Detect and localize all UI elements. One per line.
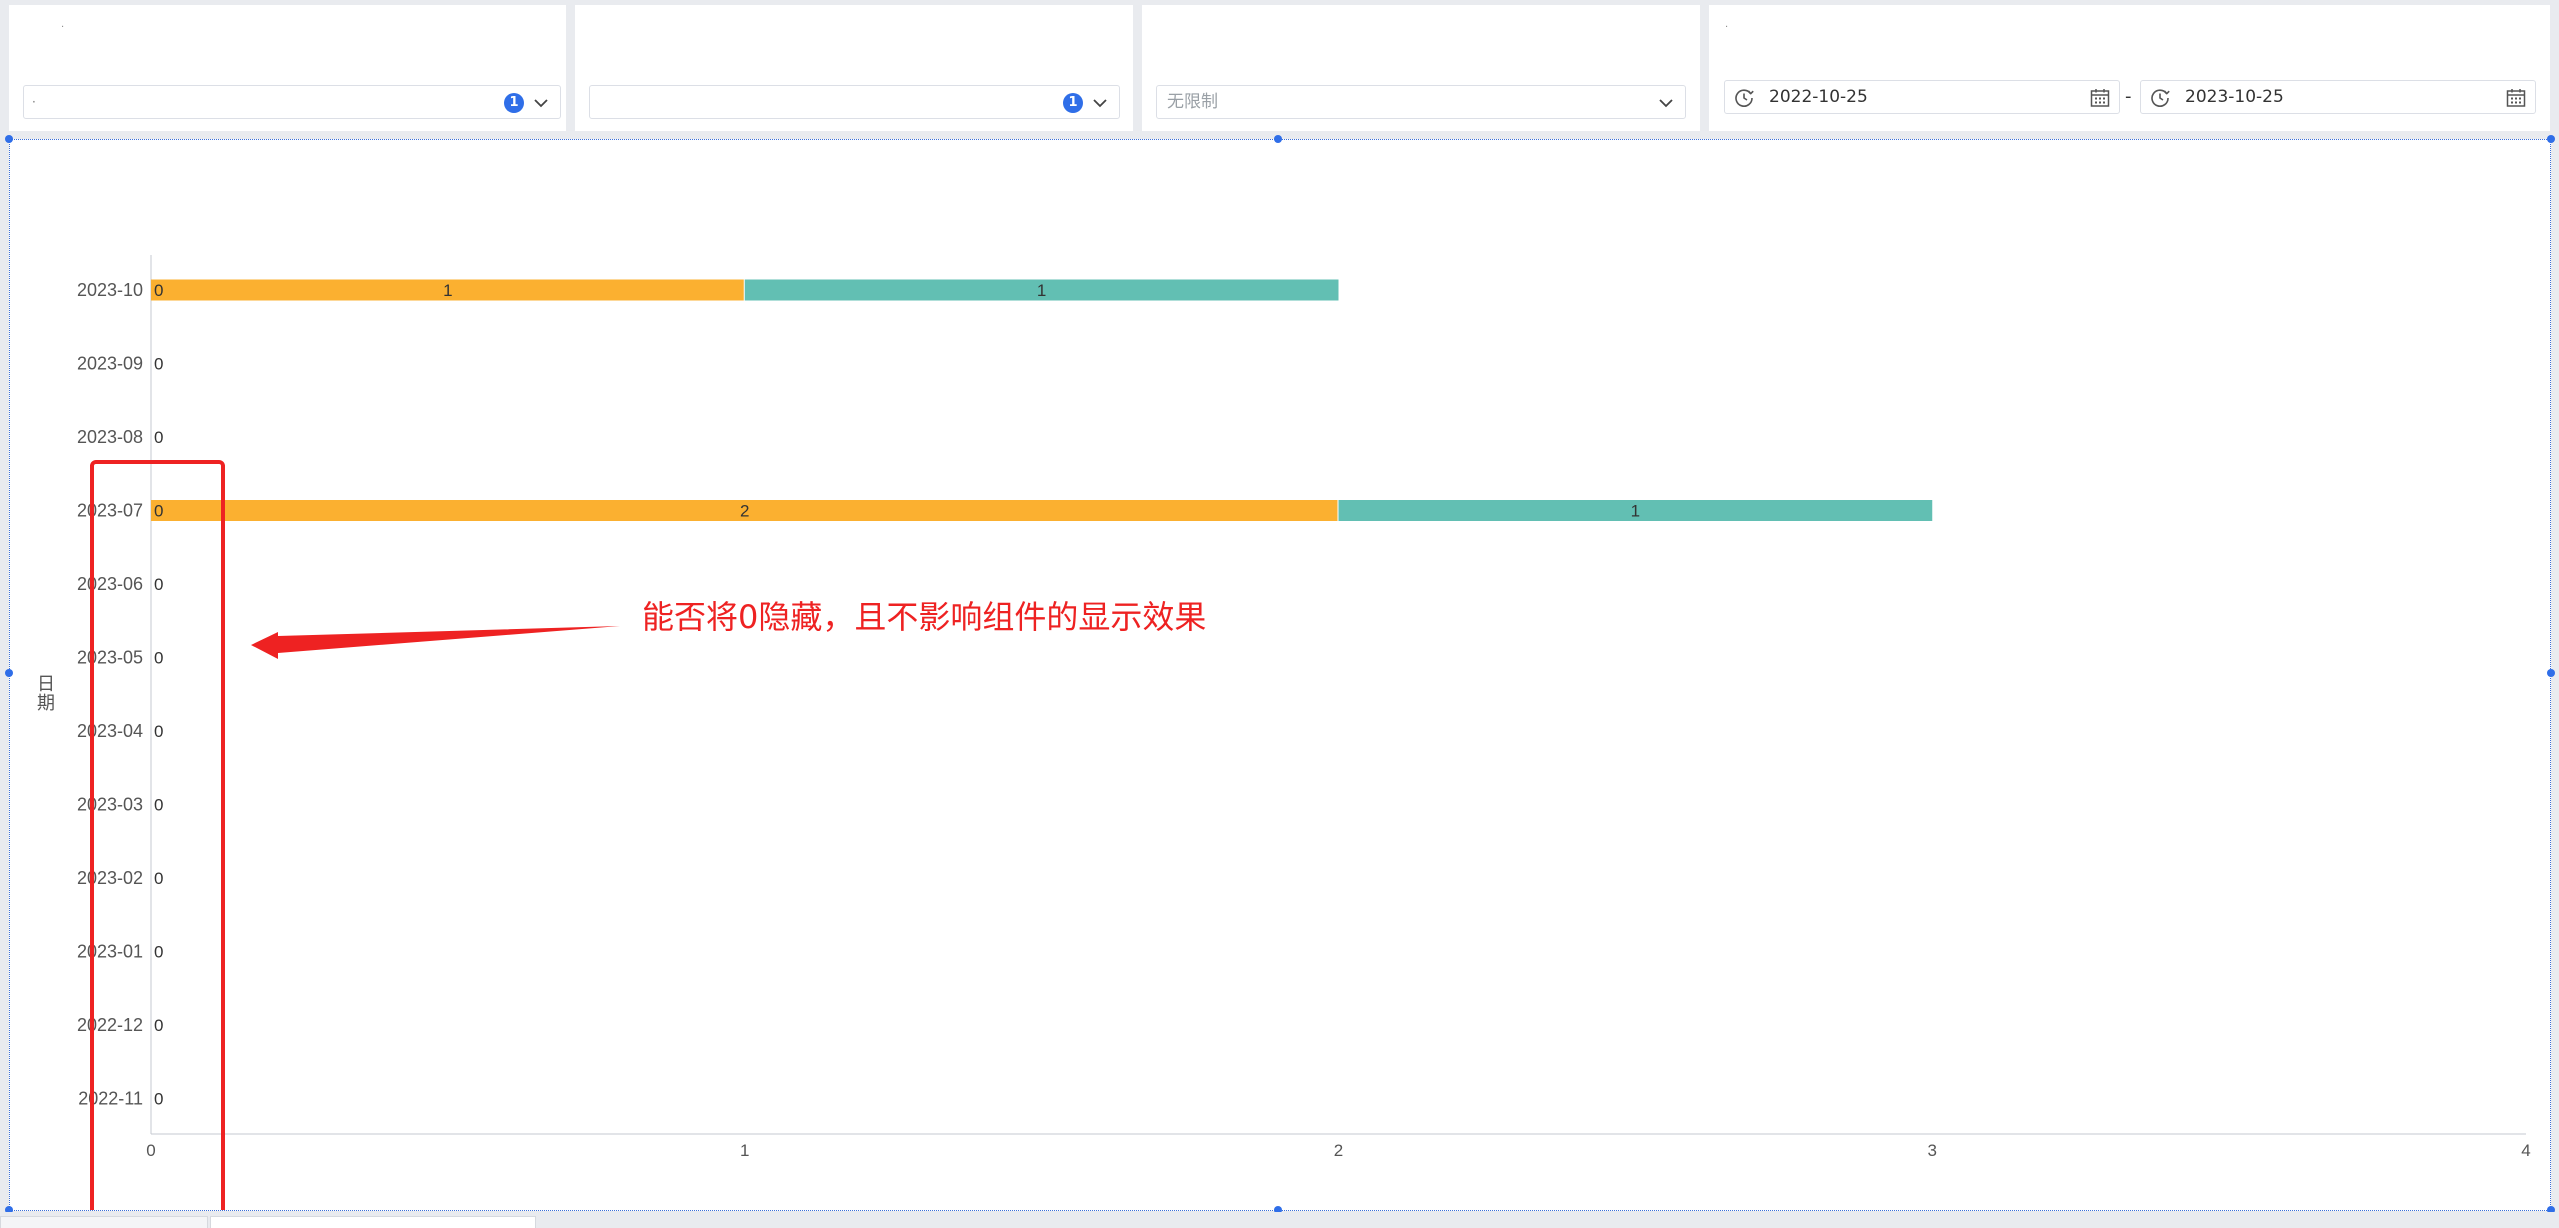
- resize-handle-top-center[interactable]: [1274, 135, 1282, 143]
- bar-value-label: 0: [154, 428, 163, 447]
- bar-value-label: 2: [740, 502, 749, 521]
- stacked-bar-chart: 0 1 2 3 4 2023-10 2023-09 2023-08 2023-07 2023-06…: [37, 255, 2531, 1210]
- y-tick-label: 2023-08: [77, 427, 143, 447]
- filter-title-4: ·: [1725, 22, 1729, 33]
- bar-value-label: 0: [154, 722, 163, 741]
- chart-component[interactable]: 0 1 2 3 4 2023-10 2023-09 2023-08 2023-07 2023-06…: [9, 139, 2551, 1211]
- annotation-text: 能否将0隐藏，且不影响组件的显示效果: [642, 598, 1206, 636]
- bar-value-label: 0: [154, 1090, 163, 1109]
- resize-handle-top-left[interactable]: [5, 135, 13, 143]
- bar-value-label: 0: [154, 1016, 163, 1035]
- chart-data-labels: 0 1 1 0 0 0 2 1 0 0 0 0 0 0 0 0: [154, 281, 1640, 1109]
- chart-bars: [151, 279, 1933, 521]
- x-tick-label: 3: [1928, 1141, 1937, 1160]
- start-date-picker[interactable]: 2022-10-25: [1724, 80, 2120, 114]
- bar-value-label: 0: [154, 281, 163, 300]
- y-tick-label: 2023-06: [77, 574, 143, 594]
- chevron-down-icon[interactable]: [1657, 94, 1675, 112]
- calendar-icon[interactable]: [2505, 87, 2527, 109]
- selected-count-badge: 1: [504, 93, 524, 113]
- clock-icon: [1735, 89, 1754, 107]
- filter-select-1[interactable]: · 1: [23, 85, 561, 119]
- chart-axes: 0 1 2 3 4 2023-10 2023-09 2023-08 2023-07 2023-06…: [37, 255, 2531, 1160]
- bottom-tab-1[interactable]: [0, 1216, 208, 1228]
- y-tick-label: 2022-12: [77, 1015, 143, 1035]
- filter-select-3-placeholder: 无限制: [1167, 92, 1218, 112]
- bar-value-label: 0: [154, 649, 163, 668]
- y-axis-title: 日期: [37, 674, 55, 714]
- resize-handle-middle-left[interactable]: [5, 669, 13, 677]
- bar-value-label: 0: [154, 355, 163, 374]
- x-tick-label: 1: [740, 1141, 749, 1160]
- y-tick-label: 2023-05: [77, 648, 143, 668]
- resize-handle-middle-right[interactable]: [2547, 669, 2555, 677]
- bar-value-label: 0: [154, 575, 163, 594]
- x-tick-label: 4: [2521, 1141, 2530, 1160]
- chevron-down-icon[interactable]: [532, 94, 550, 112]
- x-tick-label: 0: [146, 1141, 155, 1160]
- y-tick-label: 2023-03: [77, 795, 143, 815]
- bar-value-label: 0: [154, 869, 163, 888]
- calendar-icon[interactable]: [2089, 87, 2111, 109]
- bar-value-label: 0: [154, 502, 163, 521]
- filter-select-1-value: ·: [32, 95, 36, 109]
- bar-value-label: 1: [1037, 281, 1046, 300]
- bottom-tab-strip: [0, 1212, 2559, 1228]
- filter-select-3[interactable]: 无限制: [1156, 85, 1686, 119]
- end-date-value: 2023-10-25: [2185, 87, 2284, 107]
- filter-title-1: ·: [61, 22, 65, 33]
- y-tick-label: 2022-11: [78, 1089, 143, 1109]
- y-tick-label: 2023-09: [77, 354, 143, 374]
- y-tick-label: 2023-04: [77, 721, 143, 741]
- date-range-separator: -: [2125, 86, 2132, 107]
- bar-value-label: 0: [154, 943, 163, 962]
- bar-value-label: 0: [154, 796, 163, 815]
- x-tick-label: 2: [1334, 1141, 1343, 1160]
- chevron-down-icon[interactable]: [1091, 94, 1109, 112]
- bar-value-label: 1: [1631, 502, 1640, 521]
- y-tick-label: 2023-07: [77, 501, 143, 521]
- clock-icon: [2151, 89, 2170, 107]
- annotation-arrow: [251, 626, 620, 659]
- end-date-picker[interactable]: 2023-10-25: [2140, 80, 2536, 114]
- filter-card-3: 无限制: [1142, 5, 1700, 131]
- filter-select-2[interactable]: 1: [589, 85, 1120, 119]
- annotation-overlay: 能否将0隐藏，且不影响组件的显示效果: [90, 460, 1206, 1210]
- y-tick-label: 2023-02: [77, 868, 143, 888]
- bottom-tab-2[interactable]: [210, 1216, 536, 1228]
- resize-handle-top-right[interactable]: [2547, 135, 2555, 143]
- selected-count-badge: 1: [1063, 93, 1083, 113]
- y-tick-label: 2023-01: [77, 942, 143, 962]
- y-tick-label: 2023-10: [77, 280, 143, 300]
- filter-card-2: 1: [575, 5, 1133, 131]
- start-date-value: 2022-10-25: [1769, 87, 1868, 107]
- filter-card-1: · · 1: [9, 5, 566, 131]
- bar-value-label: 1: [443, 281, 452, 300]
